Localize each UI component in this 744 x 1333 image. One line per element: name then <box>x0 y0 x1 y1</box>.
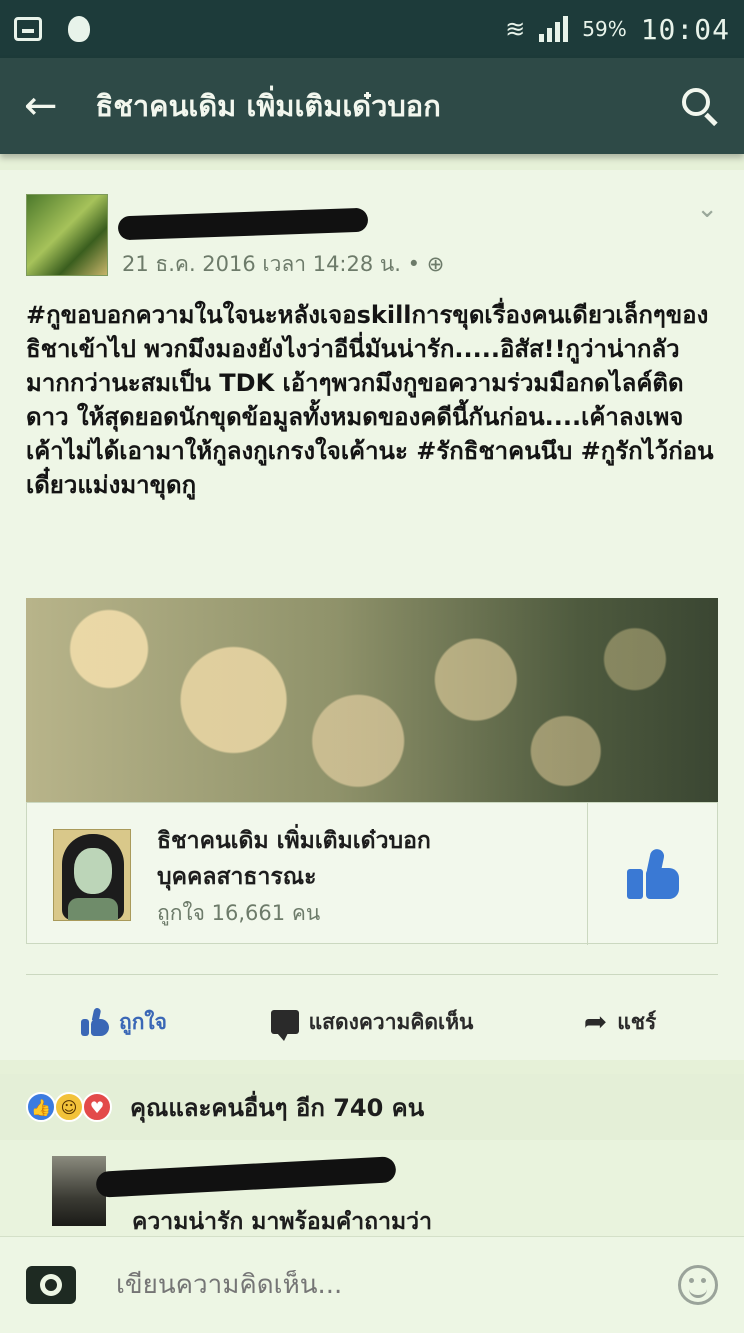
wifi-icon: ≋ <box>505 15 526 43</box>
author-avatar[interactable] <box>26 194 108 276</box>
shared-page-name[interactable]: ธิชาคนเดิม เพิ่มเติมเด๋วบอก <box>157 823 431 859</box>
shared-page-box[interactable]: ธิชาคนเดิม เพิ่มเติมเด๋วบอก บุคคลสาธารณะ… <box>26 802 718 945</box>
page-title: ธิชาคนเดิม เพิ่มเติมเด๋วบอก <box>95 89 441 123</box>
shared-page-likes: ถูกใจ 16,661 คน <box>157 901 321 925</box>
search-icon[interactable] <box>680 86 720 127</box>
comment-button[interactable]: แสดงความคิดเห็น <box>248 992 496 1052</box>
share-arrow-icon: ➦ <box>583 1005 608 1038</box>
like-page-button[interactable] <box>627 847 679 899</box>
redacted-author-name <box>117 207 369 241</box>
comment-label: แสดงความคิดเห็น <box>308 1009 474 1034</box>
like-reaction-icon: 👍 <box>26 1092 56 1122</box>
battery-percent: 59% <box>582 17 627 41</box>
comment-text: ความน่ารัก มาพร้อมคำถามว่า <box>132 1209 432 1235</box>
emoji-icon[interactable] <box>678 1265 718 1305</box>
comment-input[interactable] <box>116 1270 678 1300</box>
divider <box>26 974 718 975</box>
back-arrow-icon[interactable]: ← <box>24 86 58 126</box>
clock: 10:04 <box>640 12 730 46</box>
haha-reaction-icon: ☺ <box>54 1092 84 1122</box>
post-body: #กูขอบอกความในใจนะหลังเจอskillการขุดเรื่… <box>26 301 714 499</box>
app-notification-icon <box>68 16 90 42</box>
share-button[interactable]: ➦ แชร์ <box>496 992 744 1052</box>
globe-icon: ⊕ <box>426 252 445 276</box>
divider <box>587 803 588 945</box>
like-button[interactable]: ถูกใจ <box>0 992 248 1052</box>
like-label: ถูกใจ <box>119 1009 167 1034</box>
post-card: 21 ธ.ค. 2016 เวลา 14:28 น. • ⊕ ⌄ #กูขอบอ… <box>0 170 744 1060</box>
timestamp-text: 21 ธ.ค. 2016 เวลา 14:28 น. • <box>122 252 427 276</box>
app-bar: ← ธิชาคนเดิม เพิ่มเติมเด๋วบอก <box>0 58 744 154</box>
reactions-count-text: คุณและคนอื่นๆ อีก 740 คน <box>130 1093 425 1122</box>
post-header: 21 ธ.ค. 2016 เวลา 14:28 น. • ⊕ ⌄ <box>26 194 726 284</box>
comment-item: ความน่ารัก มาพร้อมคำถามว่า <box>0 1140 744 1236</box>
post-timestamp: 21 ธ.ค. 2016 เวลา 14:28 น. • ⊕ <box>122 248 444 281</box>
notification-icon <box>14 17 42 41</box>
reactions-summary[interactable]: 👍 ☺ ♥ คุณและคนอื่นๆ อีก 740 คน <box>0 1074 744 1140</box>
love-reaction-icon: ♥ <box>82 1092 112 1122</box>
shared-page-category: บุคคลสาธารณะ <box>157 864 317 890</box>
page-cover-image[interactable] <box>26 598 718 802</box>
redacted-commenter-name <box>95 1156 397 1198</box>
page-avatar[interactable] <box>53 829 131 921</box>
comment-bubble-icon <box>270 1010 299 1041</box>
post-actions: ถูกใจ แสดงความคิดเห็น ➦ แชร์ <box>0 992 744 1052</box>
comment-composer <box>0 1236 744 1333</box>
thumbs-up-icon <box>81 1007 109 1036</box>
status-bar: ≋ 59% 10:04 <box>0 0 744 58</box>
share-label: แชร์ <box>617 1009 657 1034</box>
chevron-down-icon[interactable]: ⌄ <box>696 194 718 224</box>
thumbs-up-icon <box>627 847 679 899</box>
camera-icon[interactable] <box>26 1266 76 1304</box>
signal-icon <box>539 16 569 42</box>
